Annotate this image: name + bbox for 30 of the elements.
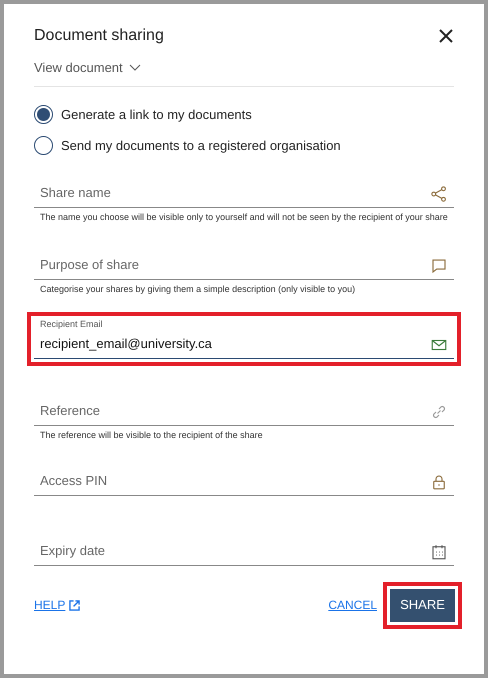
chevron-down-icon <box>128 64 141 72</box>
input-field[interactable]: Purpose of share <box>34 250 454 280</box>
help-link[interactable]: HELP <box>34 596 80 614</box>
input-field[interactable]: Expiry date <box>34 536 454 566</box>
input-field[interactable]: Share name <box>34 178 454 208</box>
lock-icon <box>430 472 448 490</box>
cancel-link[interactable]: CANCEL <box>328 596 377 614</box>
comment-icon <box>430 256 448 274</box>
field-placeholder: Share name <box>40 184 111 202</box>
dialog-title: Document sharing <box>34 26 164 46</box>
field-value: recipient_email@university.ca <box>40 335 212 353</box>
field-placeholder: Reference <box>40 402 100 420</box>
close-icon[interactable] <box>438 28 454 44</box>
field-label: Recipient Email <box>40 318 104 331</box>
field-placeholder: Access PIN <box>40 472 108 490</box>
share-button[interactable]: SHARE <box>390 588 455 622</box>
radio-option[interactable]: Generate a link to my documents <box>34 104 454 124</box>
view-document-toggle[interactable]: View document <box>34 58 141 78</box>
helper-text: Categorise your shares by giving them a simple description (only visible to you) <box>39 282 356 296</box>
calendar-icon <box>430 542 448 560</box>
helper-text: The reference will be visible to the recipient of the share <box>39 428 264 442</box>
field-placeholder: Purpose of share <box>40 256 140 274</box>
input-field[interactable]: Recipient Email recipient_email@university.ca <box>34 316 454 358</box>
radio-option[interactable]: Send my documents to a registered organisation <box>34 136 454 156</box>
external-link-icon <box>69 600 80 610</box>
helper-text: The name you choose will be visible only to yourself and will not be seen by the recipient of your share <box>39 210 449 224</box>
input-field[interactable]: Reference <box>34 396 454 426</box>
field-placeholder: Expiry date <box>40 542 106 560</box>
input-field[interactable]: Access PIN <box>34 466 454 496</box>
share-icon <box>430 184 448 202</box>
